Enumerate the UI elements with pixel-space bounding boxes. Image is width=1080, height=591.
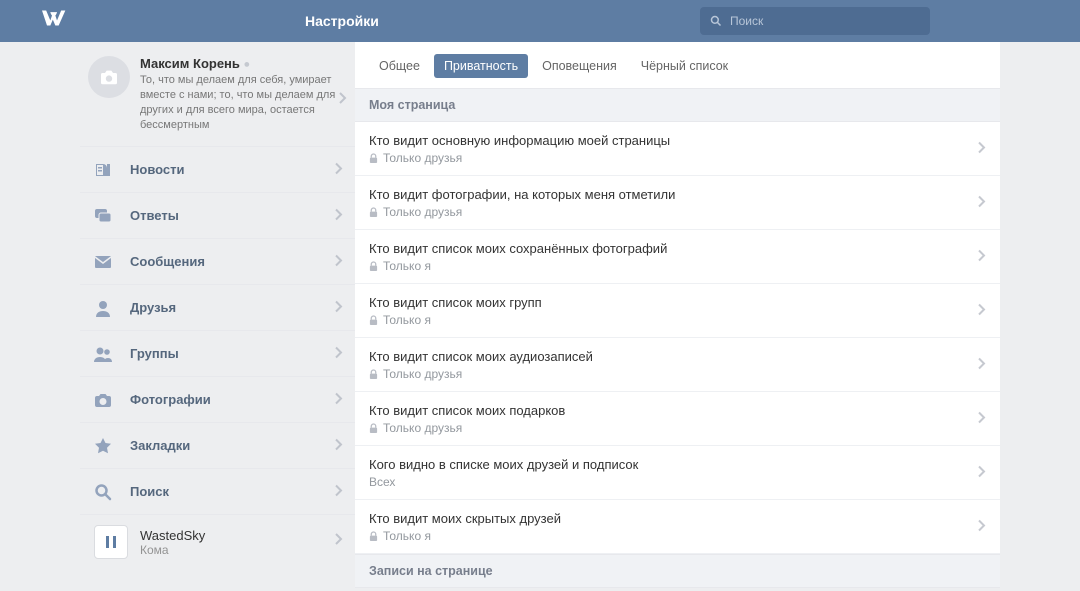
- tab-Общее[interactable]: Общее: [369, 54, 430, 78]
- lock-icon: [369, 153, 378, 164]
- privacy-value: Только друзья: [369, 367, 986, 381]
- profile-card[interactable]: Максим Корень ● То, что мы делаем для се…: [80, 56, 355, 147]
- main-content: ОбщееПриватностьОповещенияЧёрный список …: [355, 42, 1000, 588]
- privacy-question: Кто видит фотографии, на которых меня от…: [369, 187, 986, 202]
- groups-icon: [94, 345, 120, 363]
- sidebar-item-replies[interactable]: Ответы: [80, 193, 355, 239]
- chevron-right-icon: [333, 208, 345, 223]
- chevron-right-icon: [333, 300, 345, 315]
- chevron-right-icon: [333, 533, 345, 548]
- player-track: Кома: [140, 543, 205, 557]
- chevron-right-icon: [333, 484, 345, 499]
- lock-icon: [369, 315, 378, 326]
- audio-player[interactable]: WastedSky Кома: [80, 515, 355, 569]
- privacy-row[interactable]: Кто видит список моих групп Только я: [355, 284, 1000, 338]
- privacy-question: Кто видит моих скрытых друзей: [369, 511, 986, 526]
- chevron-right-icon: [976, 465, 988, 480]
- lock-icon: [369, 261, 378, 272]
- pause-button[interactable]: [94, 525, 128, 559]
- sidebar: Максим Корень ● То, что мы делаем для се…: [80, 42, 355, 588]
- privacy-question: Кто видит список моих аудиозаписей: [369, 349, 986, 364]
- chevron-right-icon: [333, 254, 345, 269]
- sidebar-item-friends[interactable]: Друзья: [80, 285, 355, 331]
- privacy-value: Только я: [369, 259, 986, 273]
- sidebar-item-label: Ответы: [130, 208, 179, 223]
- privacy-value: Только я: [369, 313, 986, 327]
- lock-icon: [369, 531, 378, 542]
- tab-Оповещения[interactable]: Оповещения: [532, 54, 627, 78]
- header-bar: Настройки Поиск: [0, 0, 1080, 42]
- news-icon: [94, 161, 120, 179]
- friends-icon: [94, 299, 120, 317]
- chevron-right-icon: [333, 438, 345, 453]
- privacy-row[interactable]: Кто видит моих скрытых друзей Только я: [355, 500, 1000, 554]
- chevron-right-icon: [976, 357, 988, 372]
- chevron-right-icon: [976, 141, 988, 156]
- privacy-row[interactable]: Кто видит список моих аудиозаписей Только…: [355, 338, 1000, 392]
- section-header: Записи на странице: [355, 554, 1000, 588]
- privacy-row[interactable]: Кто видит фотографии, на которых меня от…: [355, 176, 1000, 230]
- sidebar-item-groups[interactable]: Группы: [80, 331, 355, 377]
- sidebar-item-label: Новости: [130, 162, 185, 177]
- camera-icon: [99, 69, 119, 85]
- sidebar-item-news[interactable]: Новости: [80, 147, 355, 193]
- lock-icon: [369, 207, 378, 218]
- privacy-question: Кто видит список моих сохранённых фотогр…: [369, 241, 986, 256]
- sidebar-item-messages[interactable]: Сообщения: [80, 239, 355, 285]
- sidebar-item-label: Группы: [130, 346, 179, 361]
- privacy-row[interactable]: Кто видит список моих сохранённых фотогр…: [355, 230, 1000, 284]
- chevron-right-icon: [333, 346, 345, 361]
- chevron-right-icon: [333, 162, 345, 177]
- sidebar-item-label: Фотографии: [130, 392, 211, 407]
- player-artist: WastedSky: [140, 528, 205, 543]
- tab-Чёрный список[interactable]: Чёрный список: [631, 54, 738, 78]
- chevron-right-icon: [976, 411, 988, 426]
- privacy-value: Только друзья: [369, 421, 986, 435]
- chevron-right-icon: [337, 92, 349, 107]
- privacy-question: Кого видно в списке моих друзей и подпис…: [369, 457, 986, 472]
- online-dot: ●: [244, 59, 251, 71]
- section-header: Моя страница: [355, 88, 1000, 122]
- photos-icon: [94, 391, 120, 409]
- privacy-row[interactable]: Кто видит список моих подарков Только дру…: [355, 392, 1000, 446]
- privacy-question: Кто видит список моих подарков: [369, 403, 986, 418]
- sidebar-item-bookmarks[interactable]: Закладки: [80, 423, 355, 469]
- search-placeholder: Поиск: [730, 14, 763, 28]
- bookmarks-icon: [94, 437, 120, 455]
- privacy-question: Кто видит основную информацию моей стран…: [369, 133, 986, 148]
- profile-status: То, что мы делаем для себя, умирает вмес…: [140, 73, 347, 132]
- sidebar-item-label: Сообщения: [130, 254, 205, 269]
- privacy-question: Кто видит список моих групп: [369, 295, 986, 310]
- search-icon: [94, 483, 120, 501]
- privacy-value: Всех: [369, 475, 986, 489]
- page-title: Настройки: [305, 13, 700, 29]
- sidebar-item-label: Закладки: [130, 438, 190, 453]
- privacy-value: Только друзья: [369, 205, 986, 219]
- chevron-right-icon: [976, 303, 988, 318]
- search-icon: [710, 15, 722, 27]
- privacy-value: Только друзья: [369, 151, 986, 165]
- chevron-right-icon: [976, 519, 988, 534]
- tabs-bar: ОбщееПриватностьОповещенияЧёрный список: [355, 42, 1000, 88]
- privacy-row[interactable]: Кого видно в списке моих друзей и подпис…: [355, 446, 1000, 500]
- search-input[interactable]: Поиск: [700, 7, 930, 35]
- profile-name: Максим Корень: [140, 56, 240, 71]
- sidebar-item-search[interactable]: Поиск: [80, 469, 355, 515]
- messages-icon: [94, 253, 120, 271]
- privacy-row[interactable]: Кто видит основную информацию моей стран…: [355, 122, 1000, 176]
- privacy-value: Только я: [369, 529, 986, 543]
- replies-icon: [94, 207, 120, 225]
- sidebar-item-label: Друзья: [130, 300, 176, 315]
- tab-Приватность[interactable]: Приватность: [434, 54, 528, 78]
- sidebar-item-label: Поиск: [130, 484, 169, 499]
- lock-icon: [369, 369, 378, 380]
- vk-logo[interactable]: [40, 8, 305, 34]
- lock-icon: [369, 423, 378, 434]
- pause-icon: [106, 536, 116, 548]
- avatar: [88, 56, 130, 98]
- chevron-right-icon: [976, 249, 988, 264]
- chevron-right-icon: [976, 195, 988, 210]
- chevron-right-icon: [333, 392, 345, 407]
- sidebar-item-photos[interactable]: Фотографии: [80, 377, 355, 423]
